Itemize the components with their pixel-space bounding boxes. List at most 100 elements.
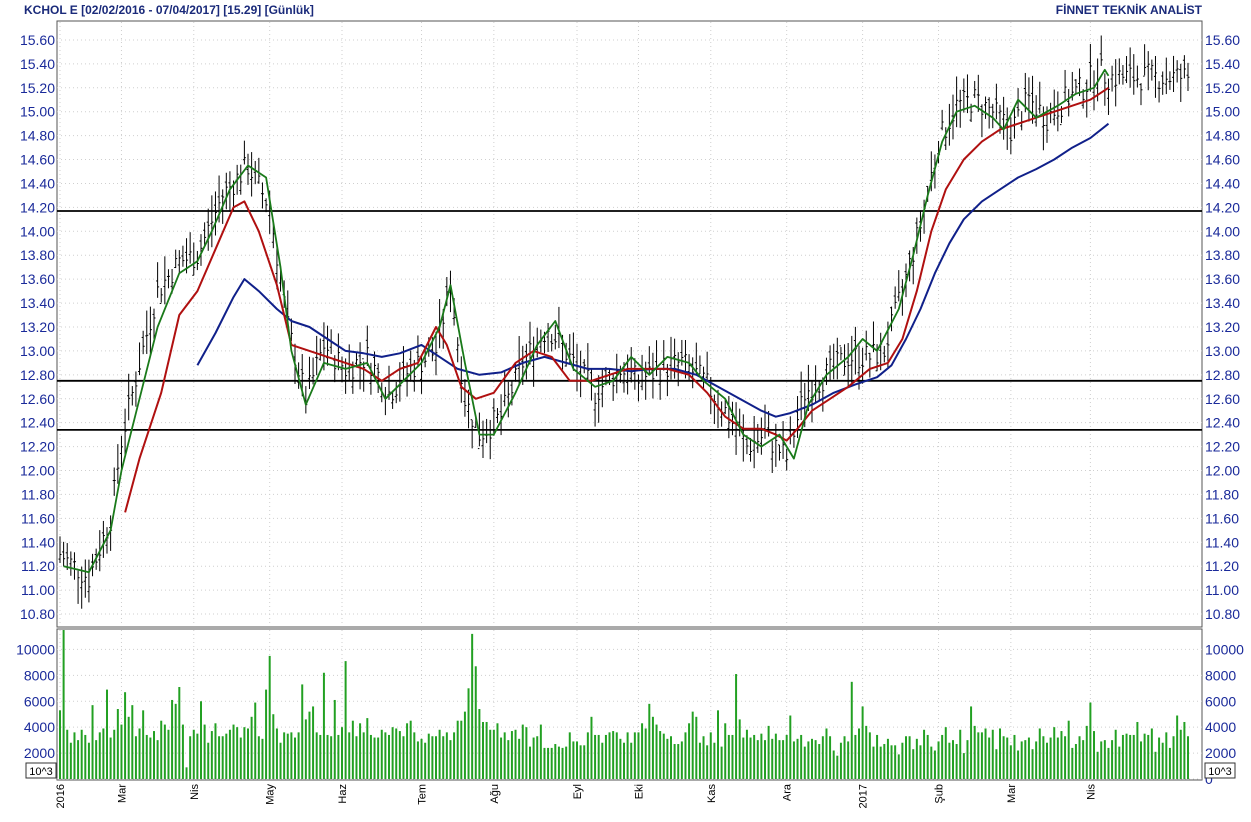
x-tick-label: Haz xyxy=(337,784,349,804)
volume-bar xyxy=(442,736,445,779)
volume-bar xyxy=(181,724,184,779)
volume-bar xyxy=(471,633,474,779)
volume-bar xyxy=(312,706,315,779)
volume-bar xyxy=(435,736,437,779)
volume-bar xyxy=(821,736,824,779)
volume-bar xyxy=(265,689,268,779)
volume-bar xyxy=(586,732,589,779)
volume-bar xyxy=(760,733,763,779)
volume-bar xyxy=(941,734,944,779)
volume-bar xyxy=(286,733,289,779)
volume-bar xyxy=(474,666,477,779)
volume-bar xyxy=(243,727,246,779)
volume-bar xyxy=(717,710,719,779)
volume-bar xyxy=(1165,732,1168,779)
price-tick-label-right: 14.80 xyxy=(1205,128,1240,144)
price-tick-label-right: 13.60 xyxy=(1205,271,1240,287)
x-tick-label: 2016 xyxy=(55,784,67,808)
volume-bar xyxy=(731,734,734,779)
volume-tick-label-right: 4000 xyxy=(1205,719,1236,735)
volume-bar xyxy=(102,728,105,779)
volume-bar xyxy=(445,732,448,779)
volume-bar xyxy=(427,733,430,779)
x-tick-label: Tem xyxy=(417,784,429,805)
volume-bar xyxy=(1056,737,1059,779)
volume-bar xyxy=(590,716,593,779)
volume-bar xyxy=(109,737,112,779)
volume-bar xyxy=(753,734,756,779)
price-tick-label-right: 13.20 xyxy=(1205,319,1240,335)
price-tick-label-left: 15.00 xyxy=(20,104,55,120)
volume-bar xyxy=(1168,747,1171,779)
price-tick-label-right: 12.20 xyxy=(1205,439,1240,455)
volume-bar xyxy=(225,733,228,779)
volume-bar xyxy=(98,732,101,779)
volume-bar xyxy=(1154,751,1157,779)
volume-bar xyxy=(521,724,524,779)
volume-bar xyxy=(218,736,221,779)
volume-bar xyxy=(623,742,625,779)
volume-bar xyxy=(1006,737,1009,779)
volume-bar xyxy=(980,732,983,779)
volume-bar xyxy=(283,732,286,779)
volume-bar xyxy=(1085,725,1088,779)
price-tick-label-left: 14.40 xyxy=(20,175,55,191)
volume-bar xyxy=(95,740,98,779)
price-tick-label-right: 14.60 xyxy=(1205,152,1240,168)
volume-bar xyxy=(811,738,813,779)
volume-bar xyxy=(1082,740,1085,779)
price-tick-label-right: 15.00 xyxy=(1205,104,1240,120)
volume-bar xyxy=(948,742,951,779)
volume-bar xyxy=(120,724,123,779)
brand-label: FİNNET TEKNİK ANALİST xyxy=(1056,2,1203,17)
x-tick-label: Ara xyxy=(782,783,794,801)
price-tick-label-left: 13.40 xyxy=(20,295,55,311)
volume-bar xyxy=(279,742,282,779)
price-tick-label-left: 11.20 xyxy=(21,558,55,574)
volume-bar xyxy=(1129,734,1132,779)
volume-bar xyxy=(557,746,560,779)
volume-bar xyxy=(792,741,795,779)
volume-bar xyxy=(167,729,170,779)
volume-bar xyxy=(214,723,217,779)
volume-bar xyxy=(80,729,83,779)
volume-bar xyxy=(406,723,409,779)
volume-bar xyxy=(1067,720,1070,779)
volume-bar xyxy=(782,740,785,779)
volume-bar xyxy=(659,731,662,779)
volume-bar xyxy=(514,729,517,779)
volume-unit-label-left: 10^3 xyxy=(25,762,57,779)
volume-bar xyxy=(1150,728,1153,779)
volume-bar xyxy=(87,742,90,779)
volume-bar xyxy=(684,732,687,779)
volume-bar xyxy=(796,738,799,779)
volume-bar xyxy=(326,734,329,779)
volume-bar xyxy=(171,699,174,779)
x-tick-label: Ağu xyxy=(489,784,501,804)
price-tick-label-left: 15.40 xyxy=(20,56,55,72)
volume-bar xyxy=(145,734,148,779)
volume-bar xyxy=(106,689,108,779)
volume-bar xyxy=(568,732,571,779)
volume-bar xyxy=(868,732,871,779)
volume-bar xyxy=(633,732,636,779)
volume-bar xyxy=(724,723,727,779)
volume-bar xyxy=(1183,721,1186,779)
volume-unit-label-right: 10^3 xyxy=(1204,762,1236,779)
volume-bar xyxy=(572,741,575,779)
volume-bar xyxy=(1100,741,1103,779)
volume-bar xyxy=(886,738,889,779)
volume-tick-label-left: 4000 xyxy=(24,719,55,735)
volume-bar xyxy=(742,737,745,779)
volume-bar xyxy=(1107,747,1110,779)
price-tick-label-right: 13.80 xyxy=(1205,247,1240,263)
volume-bar xyxy=(905,736,907,779)
volume-bar xyxy=(915,738,918,779)
volume-bar xyxy=(525,727,528,779)
volume-bar xyxy=(341,727,343,779)
volume-bar xyxy=(651,716,654,779)
volume-bar xyxy=(333,699,336,779)
volume-bar xyxy=(77,740,80,779)
volume-bar xyxy=(803,746,806,779)
volume-bar xyxy=(388,734,390,779)
